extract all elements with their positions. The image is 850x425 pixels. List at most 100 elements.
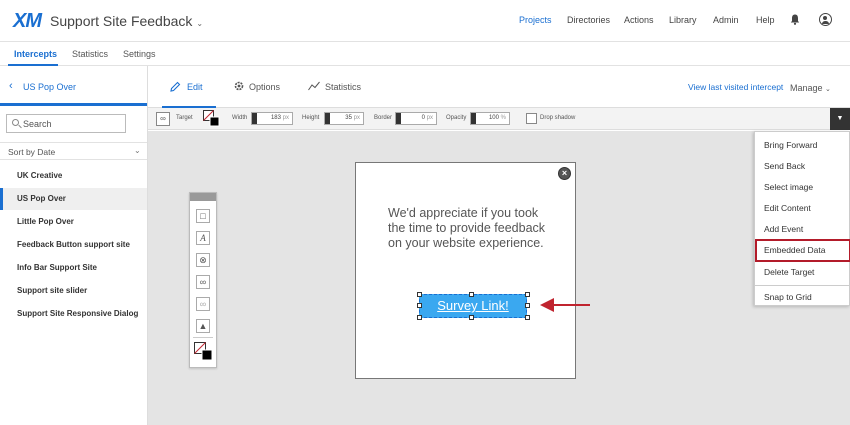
annotation-arrow-icon <box>540 298 554 312</box>
menu-item-send-back[interactable]: Send Back <box>755 155 850 175</box>
text-tool-icon[interactable]: A <box>196 231 210 245</box>
nav-admin[interactable]: Admin <box>713 15 739 25</box>
menu-item-label: Send Back <box>764 161 806 171</box>
popup-message[interactable]: We'd appreciate if you took the time to … <box>388 206 558 251</box>
intercept-popup[interactable]: × We'd appreciate if you took the time t… <box>355 162 576 379</box>
height-label: Height <box>302 115 320 121</box>
tab-statistics[interactable]: Statistics <box>72 49 108 59</box>
user-account-icon[interactable] <box>819 13 832 26</box>
resize-handle[interactable] <box>417 292 422 297</box>
menu-item-delete-target[interactable]: Delete Target <box>755 261 850 281</box>
rectangle-tool-icon[interactable]: □ <box>196 209 210 223</box>
link-target-icon[interactable]: ∞ <box>156 112 170 126</box>
nav-help[interactable]: Help <box>756 15 775 25</box>
sidebar-item-us-pop-over[interactable]: US Pop Over <box>0 188 147 210</box>
border-stepper[interactable] <box>396 113 401 124</box>
resize-handle[interactable] <box>469 292 474 297</box>
nav-actions[interactable]: Actions <box>624 15 654 25</box>
tool-palette: □ A ⊗ ∞ ∞ ▲ <box>189 192 217 368</box>
embed-tool-icon[interactable]: ∞ <box>196 297 210 311</box>
close-icon[interactable]: × <box>558 167 571 180</box>
intercept-sidebar: ‹ US Pop Over Sort by Date ⌄ UK Creative… <box>0 66 148 425</box>
menu-item-bring-forward[interactable]: Bring Forward <box>755 134 850 154</box>
resize-handle[interactable] <box>525 303 530 308</box>
chevron-left-icon: ‹ <box>9 80 13 92</box>
manage-dropdown[interactable]: Manage ⌄ <box>790 83 831 93</box>
resize-handle[interactable] <box>417 303 422 308</box>
width-stepper[interactable] <box>252 113 257 124</box>
manage-label: Manage <box>790 83 823 93</box>
color-picker-icon[interactable] <box>203 110 220 127</box>
tab-statistics[interactable]: Statistics <box>325 82 361 92</box>
search-input[interactable] <box>23 117 123 131</box>
sidebar-item-label: UK Creative <box>17 171 63 180</box>
bell-icon[interactable] <box>790 14 800 25</box>
menu-item-add-event[interactable]: Add Event <box>755 218 850 238</box>
nav-directories[interactable]: Directories <box>567 15 610 25</box>
annotation-arrow-shaft <box>552 304 590 306</box>
sidebar-item-responsive-dialog[interactable]: Support Site Responsive Dialog <box>0 303 147 325</box>
sidebar-item-label: Feedback Button support site <box>17 240 130 249</box>
menu-item-label: Select image <box>764 182 814 192</box>
resize-handle[interactable] <box>417 315 422 320</box>
border-value: 0 <box>421 115 425 121</box>
opacity-stepper[interactable] <box>471 113 476 124</box>
width-field[interactable]: 183 px <box>251 112 293 125</box>
sidebar-item-info-bar[interactable]: Info Bar Support Site <box>0 257 147 279</box>
menu-item-edit-content[interactable]: Edit Content <box>755 197 850 217</box>
view-last-visited-link[interactable]: View last visited intercept <box>688 82 783 92</box>
resize-handle[interactable] <box>469 315 474 320</box>
palette-drag-handle[interactable] <box>190 193 216 201</box>
tab-intercepts[interactable]: Intercepts <box>14 49 57 59</box>
sort-label: Sort by Date <box>8 147 56 157</box>
sort-dropdown[interactable]: Sort by Date ⌄ <box>0 142 147 160</box>
height-value: 35 <box>345 115 352 121</box>
editor-tabs-bar: Edit Options Statistics View last visite… <box>148 66 850 108</box>
menu-item-snap-to-grid[interactable]: Snap to Grid <box>755 286 850 306</box>
sidebar-item-label: Support Site Responsive Dialog <box>17 309 139 318</box>
menu-item-label: Add Event <box>764 224 804 234</box>
resize-handle[interactable] <box>525 292 530 297</box>
menu-item-label: Bring Forward <box>764 140 818 150</box>
sidebar-item-label: Info Bar Support Site <box>17 263 97 272</box>
opacity-field[interactable]: 100 % <box>470 112 510 125</box>
nav-projects[interactable]: Projects <box>519 15 552 25</box>
resize-handle[interactable] <box>525 315 530 320</box>
tab-edit[interactable]: Edit <box>187 82 203 92</box>
sidebar-item-label: Support site slider <box>17 286 88 295</box>
height-field[interactable]: 35 px <box>324 112 364 125</box>
drop-shadow-checkbox[interactable] <box>526 113 537 124</box>
image-tool-icon[interactable]: ▲ <box>196 319 210 333</box>
color-picker-icon[interactable] <box>194 342 213 361</box>
sidebar-item-slider[interactable]: Support site slider <box>0 280 147 302</box>
sidebar-item-little-pop-over[interactable]: Little Pop Over <box>0 211 147 233</box>
xm-logo[interactable]: XM <box>13 10 42 33</box>
project-subtabs: Intercepts Statistics Settings <box>0 42 850 66</box>
sidebar-item-label: US Pop Over <box>17 194 66 203</box>
link-tool-icon[interactable]: ∞ <box>196 275 210 289</box>
sidebar-back-label: US Pop Over <box>23 82 77 92</box>
menu-item-embedded-data[interactable]: Embedded Data <box>755 239 850 262</box>
sidebar-back-header[interactable]: ‹ US Pop Over <box>0 66 147 106</box>
unit-px: px <box>426 115 433 121</box>
menu-item-label: Delete Target <box>764 267 815 277</box>
project-title-dropdown[interactable]: Support Site Feedback ⌄ <box>50 13 203 29</box>
unit-px: px <box>282 115 289 121</box>
opacity-label: Opacity <box>446 115 467 121</box>
drop-shadow-label: Drop shadow <box>540 115 576 121</box>
menu-item-select-image[interactable]: Select image <box>755 176 850 196</box>
gear-icon <box>234 81 244 91</box>
height-stepper[interactable] <box>325 113 330 124</box>
sidebar-item-uk-creative[interactable]: UK Creative <box>0 165 147 187</box>
search-box[interactable] <box>6 114 126 133</box>
search-icon <box>12 119 19 126</box>
pencil-icon <box>170 81 181 92</box>
more-options-button[interactable]: ▼ <box>830 108 850 130</box>
palette-divider <box>193 337 213 338</box>
sidebar-item-feedback-button[interactable]: Feedback Button support site <box>0 234 147 256</box>
nav-library[interactable]: Library <box>669 15 697 25</box>
border-field[interactable]: 0 px <box>395 112 437 125</box>
tab-options[interactable]: Options <box>249 82 280 92</box>
tab-settings[interactable]: Settings <box>123 49 156 59</box>
close-button-tool-icon[interactable]: ⊗ <box>196 253 210 267</box>
